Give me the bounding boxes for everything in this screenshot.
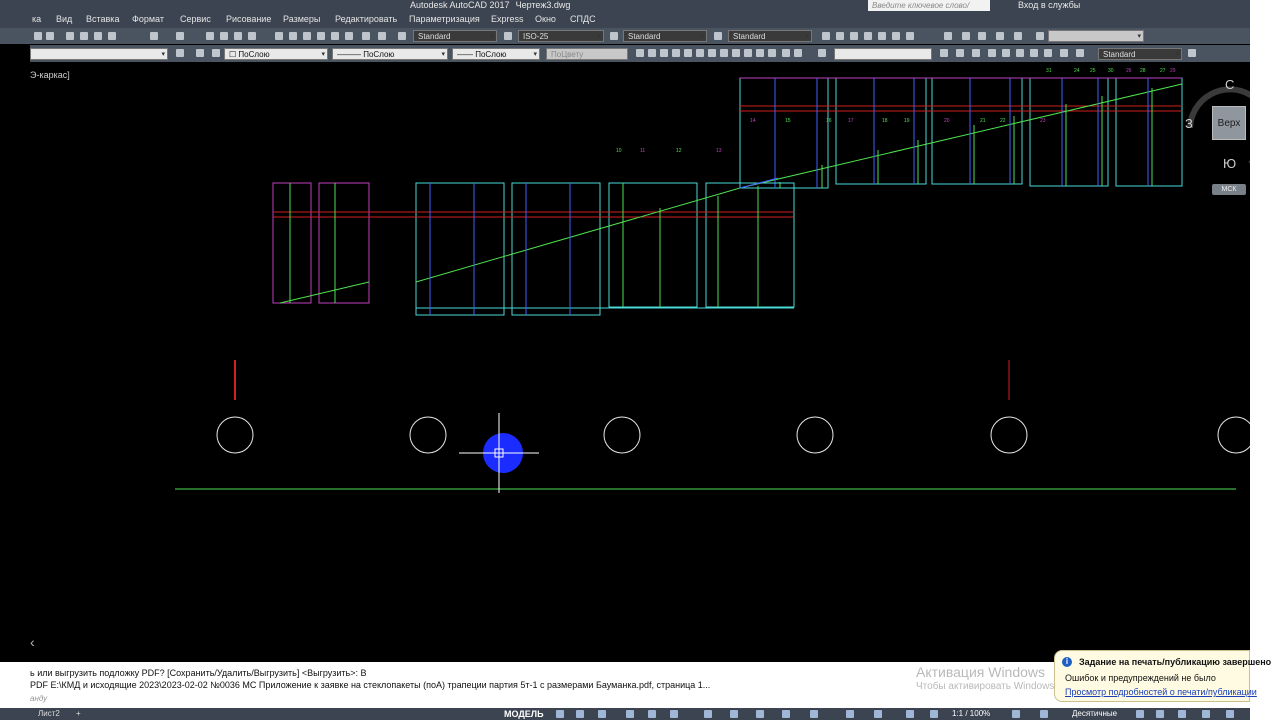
slope-line bbox=[415, 187, 741, 283]
panel-frame bbox=[835, 77, 927, 185]
workspace-switch-icon[interactable] bbox=[1012, 710, 1020, 718]
panel-frame bbox=[415, 182, 505, 316]
quick-properties-icon[interactable] bbox=[1136, 710, 1144, 718]
hardware-acceleration-icon[interactable] bbox=[1178, 710, 1186, 718]
panel-tag: 11 bbox=[640, 148, 645, 154]
mid-panels bbox=[272, 177, 795, 316]
right-margin bbox=[1250, 0, 1280, 720]
panel-frame bbox=[739, 77, 829, 189]
status-bar: Лист2 + МОДЕЛЬ 1:1 / 100% Десятичные bbox=[0, 708, 1250, 720]
column-circle bbox=[216, 416, 254, 454]
isodraft-icon[interactable] bbox=[648, 710, 656, 718]
panel-tag: 19 bbox=[904, 118, 910, 124]
layout-tab[interactable]: Лист2 bbox=[38, 709, 60, 718]
panel-frame bbox=[705, 182, 795, 308]
drawing-canvas[interactable]: 14 15 16 17 18 19 20 21 22 23 24 25 26 27 28 29 30 31 10 11… bbox=[0, 0, 1250, 662]
isolate-objects-icon[interactable] bbox=[1156, 710, 1164, 718]
viewcube-north[interactable]: С bbox=[1225, 77, 1234, 92]
panel-tag: 21 bbox=[980, 118, 986, 124]
model-space-toggle[interactable]: МОДЕЛЬ bbox=[504, 709, 544, 719]
panel-tag: 18 bbox=[882, 118, 888, 124]
panel-frame bbox=[272, 182, 312, 304]
command-history-line: PDF E:\КМД и исходящие 2023\2023-02-02 №… bbox=[30, 680, 711, 690]
selection-filter-icon[interactable] bbox=[874, 710, 882, 718]
panel-tag: 17 bbox=[848, 118, 854, 124]
collapse-arrow-icon[interactable]: ‹ bbox=[30, 634, 35, 650]
column-circle bbox=[409, 416, 447, 454]
viewcube-top-face[interactable]: Верх bbox=[1212, 106, 1246, 140]
customization-icon[interactable] bbox=[1226, 710, 1234, 718]
panel-tag: 28 bbox=[1140, 68, 1146, 74]
panel-tag: 30 bbox=[1108, 68, 1114, 74]
panel-tag: 12 bbox=[676, 148, 682, 154]
otrack-icon[interactable] bbox=[670, 710, 678, 718]
lineweight-toggle-icon[interactable] bbox=[730, 710, 738, 718]
panel-tag: 23 bbox=[1040, 118, 1046, 124]
snap-icon[interactable] bbox=[576, 710, 584, 718]
selection-cycling-icon[interactable] bbox=[782, 710, 790, 718]
wcs-menu[interactable]: МСК bbox=[1212, 184, 1246, 195]
clean-screen-icon[interactable] bbox=[1202, 710, 1210, 718]
panel-tag: 13 bbox=[716, 148, 722, 154]
units-select[interactable]: Десятичные bbox=[1072, 709, 1117, 718]
command-input[interactable]: анду bbox=[30, 694, 1050, 706]
panel-tag: 27 bbox=[1160, 68, 1166, 74]
ortho-icon[interactable] bbox=[598, 710, 606, 718]
annotation-visibility-icon[interactable] bbox=[930, 710, 938, 718]
column-circle bbox=[990, 416, 1028, 454]
panel-frame bbox=[318, 182, 370, 304]
panel-tag: 24 bbox=[1074, 68, 1080, 74]
notification-text: Ошибок и предупреждений не было bbox=[1065, 673, 1216, 683]
viewcube-west[interactable]: З bbox=[1185, 116, 1193, 131]
panel-frame bbox=[1029, 77, 1109, 187]
viewcube-south[interactable]: Ю bbox=[1223, 156, 1236, 171]
annotation-monitor-icon[interactable] bbox=[1040, 710, 1048, 718]
osnap-icon[interactable] bbox=[704, 710, 712, 718]
panel-frame bbox=[1115, 77, 1183, 187]
panel-tag: 20 bbox=[944, 118, 950, 124]
column-circle bbox=[796, 416, 834, 454]
info-icon: i bbox=[1062, 657, 1072, 667]
activation-watermark-sub: Чтобы активировать Windows bbox=[916, 681, 1055, 692]
print-notification[interactable]: i Задание на печать/публикацию завершено… bbox=[1054, 650, 1271, 702]
panel-tag: 16 bbox=[826, 118, 832, 124]
upper-panels bbox=[739, 77, 1183, 189]
activation-watermark: Активация Windows bbox=[916, 664, 1046, 680]
notification-title: Задание на печать/публикацию завершено bbox=[1079, 657, 1272, 667]
annotation-scale[interactable]: 1:1 / 100% bbox=[952, 709, 990, 718]
command-history-line: ь или выгрузить подложку PDF? [Сохранить… bbox=[30, 668, 367, 678]
gizmo-icon[interactable] bbox=[906, 710, 914, 718]
3d-osnap-icon[interactable] bbox=[810, 710, 818, 718]
add-layout-button[interactable]: + bbox=[76, 709, 81, 718]
slope-line bbox=[279, 281, 370, 304]
panel-frame bbox=[931, 77, 1023, 185]
panel-tag: 10 bbox=[616, 148, 622, 154]
column-circle bbox=[1217, 416, 1250, 454]
panel-tag: 29 bbox=[1170, 68, 1176, 74]
panel-frame bbox=[511, 182, 601, 316]
dynamic-ucs-icon[interactable] bbox=[846, 710, 854, 718]
panel-tag: 14 bbox=[750, 118, 756, 124]
panel-tag: 26 bbox=[1126, 68, 1132, 74]
transparency-icon[interactable] bbox=[756, 710, 764, 718]
panel-tag: 31 bbox=[1046, 68, 1052, 74]
panel-tag: 22 bbox=[1000, 118, 1006, 124]
panel-tag: 15 bbox=[785, 118, 791, 124]
grid-icon[interactable] bbox=[556, 710, 564, 718]
panel-tag: 25 bbox=[1090, 68, 1096, 74]
column-circles bbox=[216, 416, 1250, 454]
panel-frame bbox=[608, 182, 698, 308]
polar-icon[interactable] bbox=[626, 710, 634, 718]
column-circle bbox=[603, 416, 641, 454]
notification-details-link[interactable]: Просмотр подробностей о печати/публикаци… bbox=[1065, 687, 1257, 697]
